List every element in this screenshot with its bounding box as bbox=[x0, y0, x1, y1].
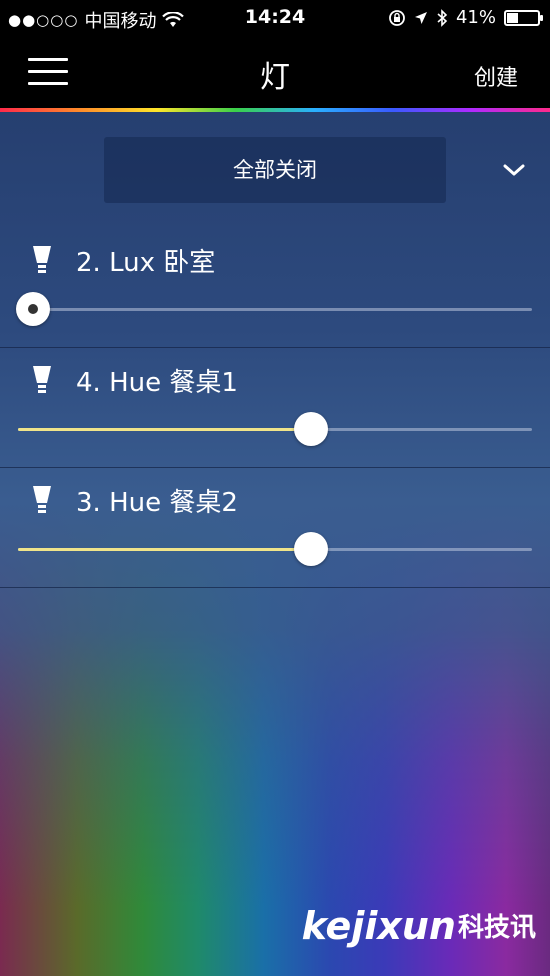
rainbow-divider bbox=[0, 108, 550, 112]
bluetooth-icon bbox=[437, 8, 448, 27]
brightness-knob[interactable] bbox=[16, 292, 50, 326]
light-row: 3. Hue 餐桌2 bbox=[0, 468, 550, 588]
watermark-logo: kejixun 科技讯 bbox=[302, 904, 536, 948]
brightness-fill bbox=[18, 428, 311, 431]
light-name: 4. Hue 餐桌1 bbox=[76, 368, 238, 398]
brightness-slider[interactable] bbox=[18, 412, 532, 446]
brightness-fill bbox=[18, 548, 311, 551]
watermark-text: kejixun bbox=[301, 904, 456, 948]
all-off-button[interactable]: 全部关闭 bbox=[104, 137, 446, 203]
bulb-icon bbox=[33, 486, 51, 513]
bulb-icon bbox=[33, 246, 51, 273]
brightness-slider[interactable] bbox=[18, 532, 532, 566]
brightness-knob[interactable] bbox=[293, 532, 328, 566]
page-title: 灯 bbox=[260, 60, 290, 95]
bulb-icon bbox=[33, 366, 51, 393]
rotation-lock-icon bbox=[389, 9, 405, 26]
light-name: 2. Lux 卧室 bbox=[76, 248, 216, 278]
light-row: 2. Lux 卧室 bbox=[0, 228, 550, 348]
chevron-down-icon[interactable] bbox=[502, 158, 526, 182]
light-row: 4. Hue 餐桌1 bbox=[0, 348, 550, 468]
brightness-knob[interactable] bbox=[293, 412, 328, 446]
status-bar: ●●○○○ 中国移动 14:24 41% bbox=[0, 0, 550, 36]
navigation-bar: 灯 创建 bbox=[0, 36, 550, 110]
light-name: 3. Hue 餐桌2 bbox=[76, 488, 238, 518]
create-button[interactable]: 创建 bbox=[474, 60, 518, 92]
battery-percent: 41% bbox=[455, 7, 496, 28]
battery-icon bbox=[504, 9, 543, 26]
brightness-slider[interactable] bbox=[16, 292, 532, 326]
location-icon bbox=[414, 11, 427, 24]
watermark-cn: 科技讯 bbox=[457, 913, 536, 943]
